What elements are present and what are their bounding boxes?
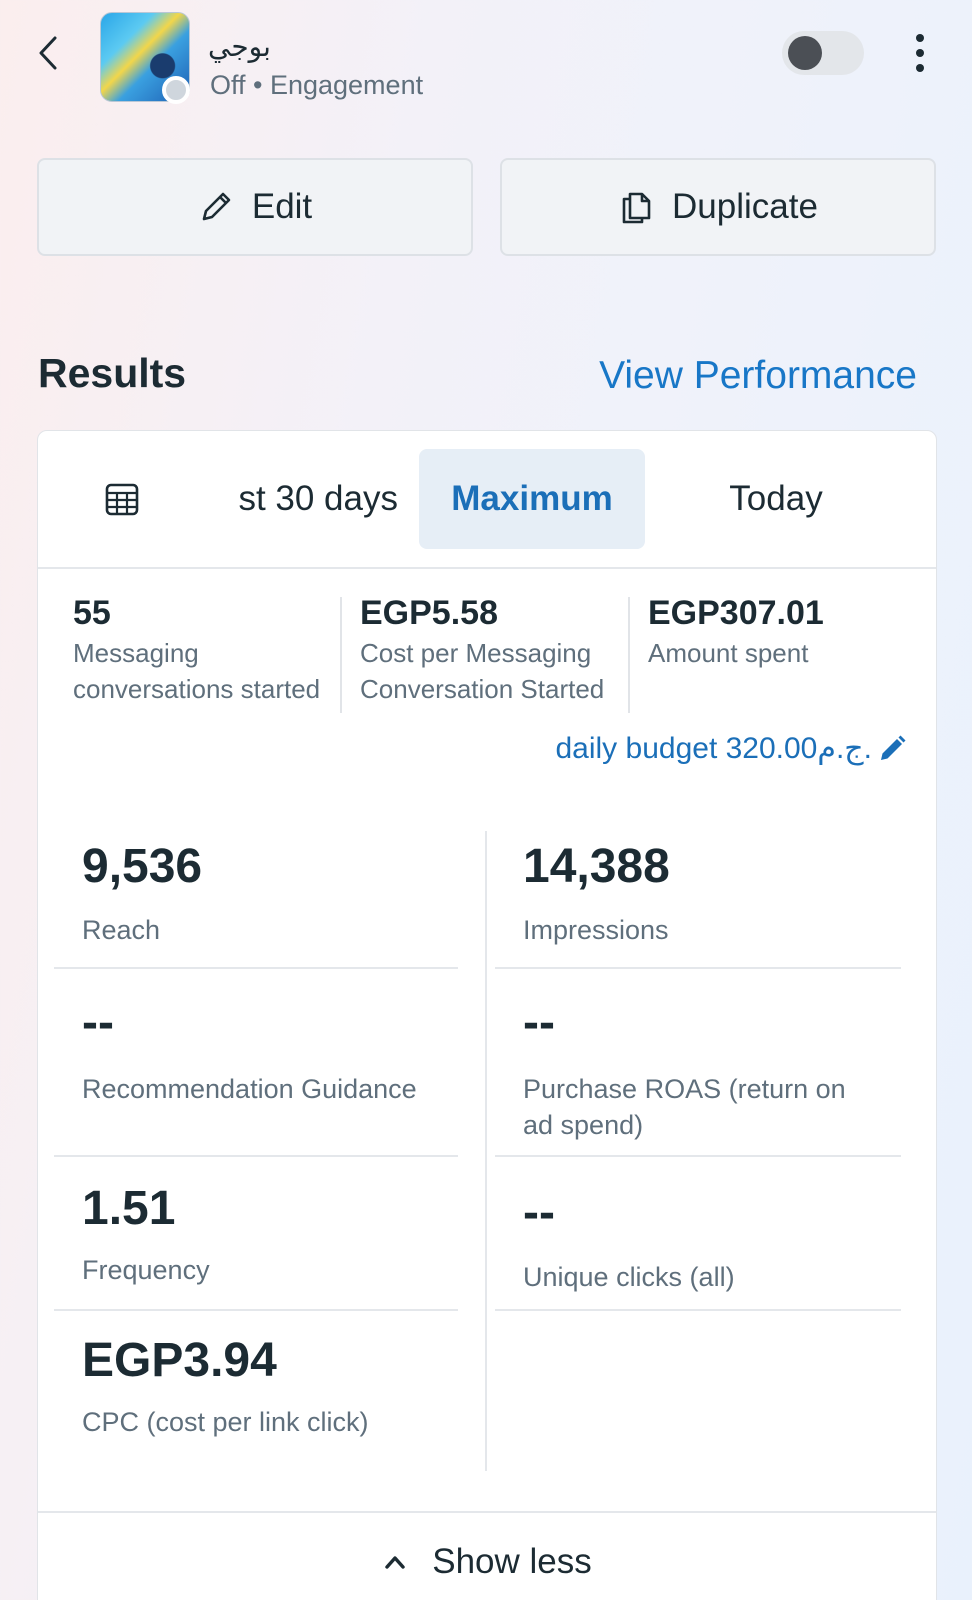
results-card: st 30 days Maximum Today 55 Messaging co… [37,430,937,1600]
metric-label: Frequency [82,1255,210,1285]
campaign-name: بوجي [208,31,271,62]
tab-maximum[interactable]: Maximum [419,449,645,549]
view-performance-link[interactable]: View Performance [599,354,917,398]
row-divider [54,967,458,969]
metric-unique-clicks: -- Unique clicks (all) [523,1186,903,1295]
metric-value: -- [82,996,114,1049]
edit-label: Edit [251,187,313,226]
row-divider [495,1309,901,1311]
metric-cpc: EGP3.94 CPC (cost per link click) [82,1333,482,1440]
metric-label: Unique clicks (all) [523,1262,735,1292]
summary-label: conversations started [73,674,321,704]
tab-today[interactable]: Today [676,449,876,549]
results-title: Results [38,350,187,396]
more-dot-icon [916,49,924,57]
divider [628,597,630,713]
summary-value: EGP307.01 [648,594,824,632]
metric-value: 9,536 [82,840,203,893]
summary-label: Conversation Started [360,674,605,704]
row-divider [495,1155,901,1157]
metric-frequency: 1.51 Frequency [82,1181,462,1288]
summary-amount-spent: EGP307.01 Amount spent [648,591,918,709]
chevron-up-icon [385,1556,405,1569]
summary-cost-per-messaging: EGP5.58 Cost per Messaging Conversation … [360,591,630,709]
tab-last-30-days[interactable]: st 30 days [188,449,398,549]
duplicate-button[interactable]: Duplicate [500,158,936,256]
status-dot [162,76,190,104]
metric-value: EGP3.94 [82,1334,277,1387]
metric-label: Recommendation Guidance [82,1074,417,1104]
divider [340,597,342,713]
metric-purchase-roas: -- Purchase ROAS (return on ad spend) [523,996,903,1143]
metric-label: CPC (cost per link click) [82,1407,369,1437]
daily-budget-text: daily budget 320.00ج.م. [555,732,872,765]
metric-label: ad spend) [523,1110,644,1140]
summary-value: 55 [73,594,111,632]
metric-label: Impressions [523,915,669,945]
metric-label: Purchase ROAS (return on [523,1074,846,1104]
edit-button[interactable]: Edit [37,158,473,256]
metric-value: 1.51 [82,1182,176,1235]
summary-value: EGP5.58 [360,594,498,632]
metric-reach: 9,536 Reach [82,839,462,948]
row-divider [54,1155,458,1157]
more-options-button[interactable] [905,30,935,76]
pencil-icon [202,192,231,221]
row-divider [54,1309,458,1311]
metric-recommendation-guidance: -- Recommendation Guidance [82,996,462,1107]
metric-value: -- [523,1186,555,1239]
metric-value: -- [523,996,555,1049]
toggle-knob [788,36,822,70]
summary-messaging: 55 Messaging conversations started [73,591,343,709]
campaign-header: بوجي Off • Engagement [0,0,972,120]
daily-budget-link[interactable]: daily budget 320.00ج.م. [555,731,906,766]
show-less-button[interactable]: Show less [38,1511,936,1600]
duplicate-icon [622,192,651,224]
summary-label: Amount spent [648,638,809,668]
more-dot-icon [916,34,924,42]
metric-value: 14,388 [523,840,670,893]
row-divider [495,967,901,969]
grid-divider [485,831,487,1471]
campaign-status-line: Off • Engagement [210,70,424,100]
calendar-icon[interactable] [104,481,140,517]
summary-label: Messaging [73,638,199,668]
more-dot-icon [916,64,924,72]
chevron-left-icon [39,36,57,70]
date-range-tabs: st 30 days Maximum Today [38,431,936,569]
summary-metrics: 55 Messaging conversations started EGP5.… [38,591,936,713]
duplicate-label: Duplicate [672,187,818,226]
metric-label: Reach [82,915,161,945]
show-less-label: Show less [432,1542,592,1581]
campaign-thumbnail[interactable] [100,12,190,104]
back-button[interactable] [30,30,66,76]
metric-impressions: 14,388 Impressions [523,839,903,948]
campaign-toggle[interactable] [782,31,864,75]
summary-label: Cost per Messaging [360,638,592,668]
pencil-icon [881,735,906,760]
